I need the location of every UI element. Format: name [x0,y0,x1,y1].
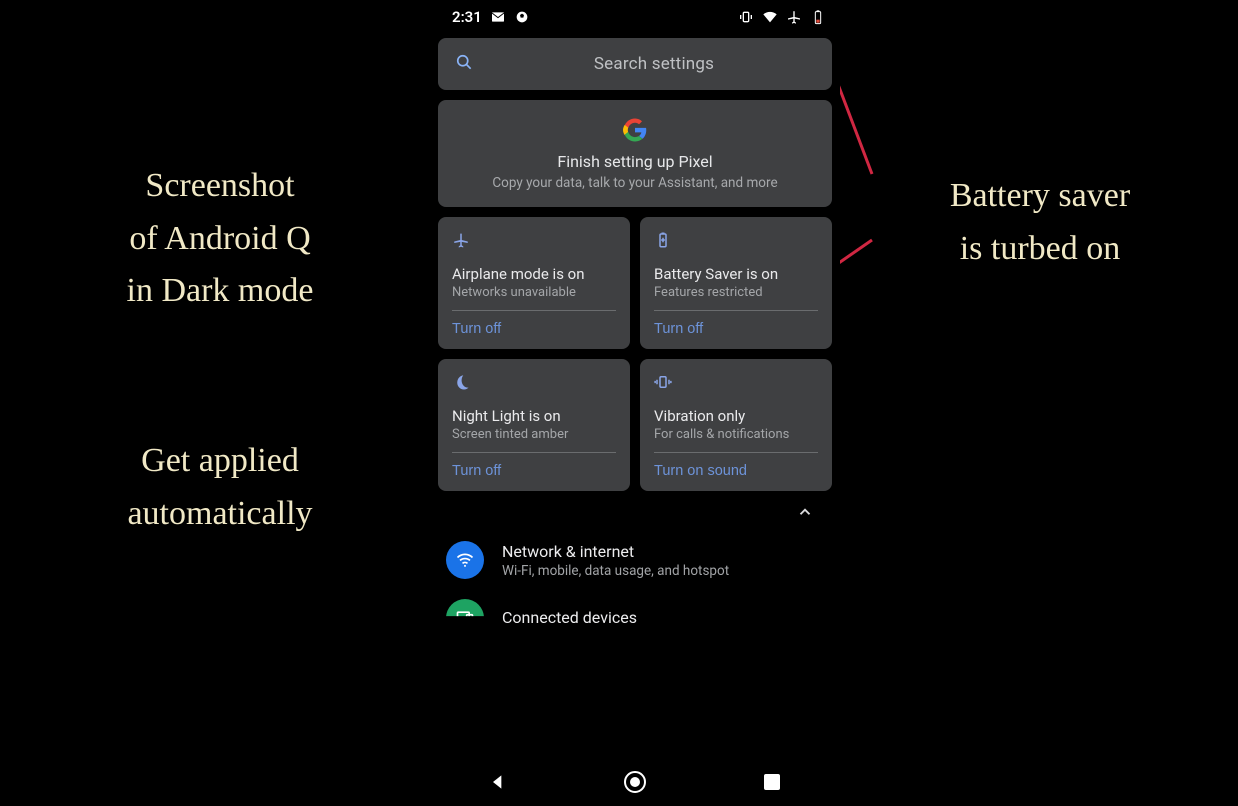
annotation-left-bottom: Get applied automatically [40,435,400,540]
nav-back-button[interactable] [474,758,522,806]
google-g-icon [623,118,647,142]
tile-battery-saver[interactable]: Battery Saver is on Features restricted … [640,217,832,349]
tile-title: Night Light is on [452,407,616,425]
tile-action-turn-on-sound[interactable]: Turn on sound [654,463,818,479]
nav-recents-button[interactable] [748,758,796,806]
moon-icon [452,373,616,395]
list-item-network[interactable]: Network & internet Wi-Fi, mobile, data u… [438,531,832,589]
tile-subtitle: Features restricted [654,285,818,300]
divider [452,452,616,453]
tile-vibration[interactable]: Vibration only For calls & notifications… [640,359,832,491]
status-bar: 2:31 [430,0,840,34]
tile-title: Vibration only [654,407,818,425]
chevron-up-icon[interactable] [796,503,814,525]
setup-card[interactable]: Finish setting up Pixel Copy your data, … [438,100,832,207]
list-title: Connected devices [502,608,637,627]
wifi-icon [762,9,778,25]
battery-saver-icon [654,231,818,253]
status-bar-right [738,9,826,25]
annotation-line: Screenshot [40,160,400,213]
annotation-line: in Dark mode [40,265,400,318]
tile-subtitle: For calls & notifications [654,427,818,442]
annotation-left-top: Screenshot of Android Q in Dark mode [40,160,400,318]
battery-low-icon [810,9,826,25]
status-bar-left: 2:31 [452,8,530,26]
vibrate-icon [738,9,754,25]
annotation-line: Get applied [40,435,400,488]
tile-night-light[interactable]: Night Light is on Screen tinted amber Tu… [438,359,630,491]
tile-subtitle: Networks unavailable [452,285,616,300]
devices-icon [446,599,484,637]
setup-subtitle: Copy your data, talk to your Assistant, … [454,175,816,191]
quick-tiles: Airplane mode is on Networks unavailable… [438,217,832,491]
divider [654,310,818,311]
annotation-line: is turbed on [860,223,1220,276]
wifi-icon [446,541,484,579]
collapse-row [438,491,832,531]
tile-airplane[interactable]: Airplane mode is on Networks unavailable… [438,217,630,349]
annotation-line: automatically [40,488,400,541]
list-title: Network & internet [502,542,729,561]
search-icon [454,52,474,76]
phone-frame: 2:31 [430,0,840,806]
annotation-line: Battery saver [860,170,1220,223]
tile-action-turn-off[interactable]: Turn off [452,321,616,337]
annotation-right: Battery saver is turbed on [860,170,1220,275]
search-settings[interactable]: Search settings [438,38,832,90]
airplane-icon [786,9,802,25]
status-time: 2:31 [452,8,482,26]
tile-title: Airplane mode is on [452,265,616,283]
list-subtitle: Wi-Fi, mobile, data usage, and hotspot [502,563,729,579]
divider [452,310,616,311]
setup-title: Finish setting up Pixel [454,152,816,171]
airplane-icon [452,231,616,253]
search-placeholder: Search settings [492,54,816,74]
divider [654,452,818,453]
vibrate-icon [654,373,818,395]
tile-subtitle: Screen tinted amber [452,427,616,442]
gmail-icon [490,9,506,25]
nav-home-button[interactable] [611,758,659,806]
tile-action-turn-off[interactable]: Turn off [654,321,818,337]
soccer-icon [514,9,530,25]
tile-title: Battery Saver is on [654,265,818,283]
tile-action-turn-off[interactable]: Turn off [452,463,616,479]
annotation-line: of Android Q [40,213,400,266]
settings-content: Search settings Finish setting up Pixel … [430,34,840,647]
list-item-connected-devices[interactable]: Connected devices [438,589,832,647]
navigation-bar [430,758,840,806]
